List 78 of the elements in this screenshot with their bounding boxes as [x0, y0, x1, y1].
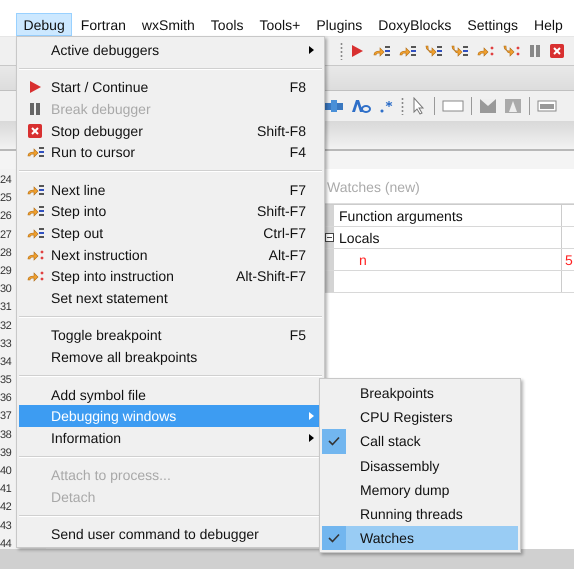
- menu-item[interactable]: Next instruction Alt-F7: [19, 244, 322, 266]
- collapse-icon[interactable]: [324, 233, 334, 242]
- line-number: 27: [0, 228, 12, 243]
- menu-item[interactable]: Call stack: [322, 429, 518, 454]
- pause-icon: [27, 100, 43, 117]
- line-number: 25: [0, 191, 12, 206]
- step-icon[interactable]: [449, 43, 469, 59]
- line-number: 26: [0, 209, 12, 224]
- step-icon[interactable]: [423, 43, 443, 59]
- menu-item[interactable]: Fortran: [73, 13, 134, 36]
- menu-item[interactable]: Add symbol file: [19, 384, 322, 406]
- line-number: 40: [0, 464, 12, 479]
- menu-item[interactable]: Help: [526, 13, 570, 36]
- stop-icon[interactable]: [549, 43, 565, 59]
- toolbar-grip[interactable]: [340, 42, 343, 60]
- menu-item[interactable]: CPU Registers: [322, 405, 518, 430]
- menu-item[interactable]: Toggle breakpoint F5: [19, 324, 322, 346]
- line-number: 37: [0, 409, 12, 424]
- play-icon[interactable]: [349, 43, 365, 59]
- menu-item[interactable]: Remove all breakpoints: [19, 346, 322, 368]
- line-number: 29: [0, 264, 12, 279]
- line-number: 33: [0, 336, 12, 352]
- rectangle-icon[interactable]: [442, 99, 464, 113]
- step-icon[interactable]: [501, 43, 521, 59]
- pause-icon[interactable]: [527, 43, 543, 59]
- play-icon: [27, 79, 43, 96]
- menu-item[interactable]: Send user command to debugger: [19, 524, 322, 546]
- line-number: 41: [0, 482, 12, 498]
- menu-item[interactable]: wxSmith: [134, 13, 202, 36]
- line-number: 43: [0, 518, 12, 534]
- watch-name: Locals: [339, 230, 380, 246]
- menu-item[interactable]: Step into instruction Alt-Shift-F7: [19, 265, 322, 287]
- menu-item[interactable]: Information: [19, 426, 322, 448]
- stop-icon: [27, 122, 43, 139]
- line-number: 32: [0, 318, 12, 334]
- toolbar-grip[interactable]: [401, 97, 404, 115]
- menu-item[interactable]: Memory dump: [322, 478, 518, 502]
- regex-icon[interactable]: [378, 98, 394, 114]
- line-number: 44: [0, 536, 12, 552]
- envelope-icon[interactable]: [479, 98, 497, 114]
- line-number: 35: [0, 373, 12, 388]
- menu-item[interactable]: Set next statement: [19, 286, 322, 309]
- menu-item[interactable]: Start / Continue F8: [19, 76, 322, 98]
- component-icon[interactable]: [324, 98, 344, 114]
- line-number: 28: [0, 246, 12, 261]
- scrollbar-track[interactable]: [0, 549, 574, 569]
- step-icon[interactable]: [25, 144, 45, 160]
- font-icon[interactable]: [351, 98, 371, 114]
- line-number: 42: [0, 500, 12, 516]
- line-number: 38: [0, 428, 12, 443]
- line-number: 39: [0, 446, 12, 461]
- menu-item[interactable]: Step into Shift-F7: [19, 200, 322, 222]
- menu-item[interactable]: Tools: [203, 13, 251, 36]
- menu-item[interactable]: Watches: [322, 526, 518, 550]
- step-icon[interactable]: [371, 43, 391, 59]
- line-number: 30: [0, 282, 12, 298]
- menu-item[interactable]: Tools+: [252, 13, 308, 36]
- menu-item[interactable]: Plugins: [308, 13, 370, 36]
- menu-item[interactable]: Next line F7: [19, 178, 322, 201]
- menu-item[interactable]: Settings: [460, 13, 526, 36]
- menu-item[interactable]: Running threads: [322, 502, 518, 526]
- line-number: 24: [0, 173, 12, 188]
- watch-name: Function arguments: [339, 208, 463, 224]
- menu-item[interactable]: Run to cursor F4: [19, 141, 322, 163]
- pointer-icon[interactable]: [411, 97, 427, 115]
- menu-item[interactable]: Disassembly: [322, 454, 518, 478]
- watch-value: 5: [565, 252, 573, 268]
- step-icon[interactable]: [397, 43, 417, 59]
- line-number: 36: [0, 391, 12, 406]
- step-icon[interactable]: [25, 203, 45, 220]
- menu-item[interactable]: Step out Ctrl-F7: [19, 222, 322, 244]
- line-number: 34: [0, 354, 12, 370]
- watch-name: n: [358, 252, 367, 268]
- line-number: 31: [0, 300, 12, 316]
- menu-item[interactable]: Debug: [16, 13, 72, 36]
- menu-item[interactable]: Breakpoints: [322, 381, 518, 406]
- frame-icon[interactable]: [537, 99, 557, 113]
- menu-item[interactable]: DoxyBlocks: [370, 13, 459, 36]
